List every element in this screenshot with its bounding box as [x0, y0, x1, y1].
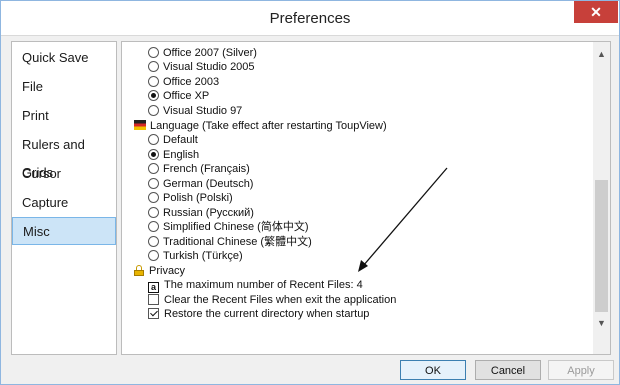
- language-option[interactable]: Polish (Polski): [148, 191, 233, 205]
- close-icon: ✕: [590, 4, 602, 20]
- theme-option[interactable]: Visual Studio 2005: [148, 60, 255, 74]
- radio-button-icon: [148, 207, 159, 218]
- vertical-scrollbar[interactable]: ▲ ▼: [593, 42, 610, 354]
- radio-button-icon: [148, 76, 159, 87]
- theme-option[interactable]: Office 2007 (Silver): [148, 46, 257, 60]
- language-option-label: Default: [163, 134, 198, 146]
- theme-option-selected[interactable]: Office XP: [148, 89, 209, 103]
- radio-button-icon: [148, 47, 159, 58]
- language-option[interactable]: Turkish (Türkçe): [148, 249, 243, 263]
- language-option-label: French (Français): [163, 163, 250, 175]
- theme-option-label: Office XP: [163, 90, 210, 102]
- sidebar: Quick Save File Print Rulers and Grids C…: [11, 41, 117, 355]
- title-bar: Preferences ✕: [1, 1, 619, 36]
- sidebar-item-rulers-and-grids[interactable]: Rulers and Grids: [12, 131, 116, 180]
- apply-button: Apply: [548, 360, 614, 380]
- radio-button-icon: [148, 134, 159, 145]
- language-heading: Language (Take effect after restarting T…: [134, 119, 387, 133]
- sidebar-item-misc[interactable]: Misc: [12, 217, 116, 245]
- language-option-selected[interactable]: English: [148, 148, 199, 162]
- privacy-heading: Privacy: [134, 264, 185, 278]
- language-option-label: German (Deutsch): [163, 178, 254, 190]
- language-option-label: Traditional Chinese (繁體中文): [163, 236, 312, 248]
- scroll-down-icon[interactable]: ▼: [593, 315, 610, 332]
- sidebar-item-quick-save[interactable]: Quick Save: [12, 44, 116, 72]
- close-button[interactable]: ✕: [574, 1, 618, 23]
- theme-option[interactable]: Office 2003: [148, 75, 219, 89]
- misc-settings-panel: Office 2007 (Silver) Visual Studio 2005 …: [121, 41, 611, 355]
- theme-option-label: Office 2003: [163, 76, 220, 88]
- radio-button-icon: [148, 163, 159, 174]
- restore-directory-label: Restore the current directory when start…: [164, 308, 370, 320]
- radio-button-selected-icon: [148, 149, 159, 160]
- scroll-thumb[interactable]: [595, 180, 608, 312]
- radio-button-selected-icon: [148, 90, 159, 101]
- theme-option[interactable]: Visual Studio 97: [148, 104, 242, 118]
- preferences-window: Preferences ✕ Quick Save File Print Rule…: [0, 0, 620, 385]
- radio-button-icon: [148, 250, 159, 261]
- privacy-heading-label: Privacy: [149, 265, 186, 277]
- language-option[interactable]: Russian (Русский): [148, 206, 254, 220]
- language-option[interactable]: Traditional Chinese (繁體中文): [148, 235, 312, 249]
- sidebar-item-print[interactable]: Print: [12, 102, 116, 130]
- scroll-up-icon[interactable]: ▲: [593, 46, 610, 63]
- radio-button-icon: [148, 236, 159, 247]
- language-option[interactable]: Simplified Chinese (简体中文): [148, 220, 308, 234]
- sidebar-item-file[interactable]: File: [12, 73, 116, 101]
- language-flag-icon: [134, 120, 146, 130]
- radio-button-icon: [148, 61, 159, 72]
- clear-recent-files-option[interactable]: Clear the Recent Files when exit the app…: [148, 293, 396, 307]
- cancel-button[interactable]: Cancel: [475, 360, 541, 380]
- recent-files-count-label: The maximum number of Recent Files: 4: [164, 279, 363, 291]
- radio-button-icon: [148, 105, 159, 116]
- language-option-label: English: [163, 149, 200, 161]
- language-option-label: Turkish (Türkçe): [163, 250, 243, 262]
- ok-button[interactable]: OK: [400, 360, 466, 380]
- language-heading-label: Language (Take effect after restarting T…: [150, 120, 387, 132]
- checkbox-icon: [148, 294, 159, 305]
- sidebar-item-capture[interactable]: Capture: [12, 189, 116, 217]
- theme-option-label: Visual Studio 2005: [163, 61, 255, 73]
- checkbox-checked-icon: [148, 308, 159, 319]
- language-option-label: Russian (Русский): [163, 207, 254, 219]
- language-option[interactable]: German (Deutsch): [148, 177, 253, 191]
- language-option-label: Simplified Chinese (简体中文): [163, 221, 309, 233]
- radio-button-icon: [148, 192, 159, 203]
- clear-recent-files-label: Clear the Recent Files when exit the app…: [164, 294, 397, 306]
- language-option-label: Polish (Polski): [163, 192, 233, 204]
- lock-icon: [134, 265, 144, 276]
- restore-directory-option[interactable]: Restore the current directory when start…: [148, 307, 369, 321]
- language-option[interactable]: Default: [148, 133, 198, 147]
- sidebar-item-cursor[interactable]: Cursor: [12, 160, 116, 188]
- number-field-icon: a: [148, 282, 159, 293]
- radio-button-icon: [148, 221, 159, 232]
- language-option[interactable]: French (Français): [148, 162, 250, 176]
- radio-button-icon: [148, 178, 159, 189]
- theme-option-label: Office 2007 (Silver): [163, 47, 257, 59]
- window-title: Preferences: [269, 10, 351, 27]
- recent-files-count-option[interactable]: a The maximum number of Recent Files: 4: [148, 278, 363, 293]
- theme-option-label: Visual Studio 97: [163, 105, 243, 117]
